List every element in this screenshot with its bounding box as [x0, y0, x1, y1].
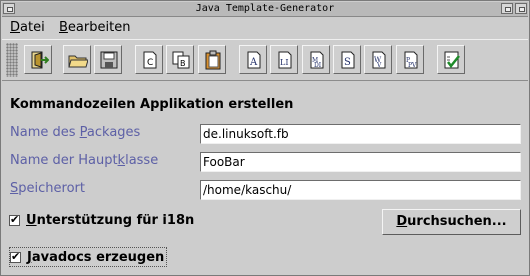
open-button[interactable] — [63, 45, 91, 74]
paste-button[interactable] — [198, 45, 226, 74]
svg-text:B: B — [180, 59, 186, 68]
new-class-button[interactable]: C — [135, 45, 163, 74]
menu-bar: Datei Bearbeiten — [2, 17, 528, 37]
javadocs-checkbox[interactable] — [10, 250, 21, 263]
exit-button[interactable] — [24, 45, 52, 74]
paste-icon — [205, 50, 221, 70]
open-folder-icon — [68, 55, 88, 68]
svg-text:LI: LI — [280, 58, 288, 67]
toolbar: C B A LI M DI S W V P PV — [2, 39, 528, 81]
window-title: Java Template-Generator — [195, 3, 335, 14]
maximize-button[interactable] — [515, 3, 527, 14]
javadocs-option[interactable]: Javadocs erzeugen — [9, 247, 168, 267]
package-name-label: Name des Packages — [10, 125, 141, 140]
menu-datei[interactable]: Datei — [10, 20, 45, 36]
minimize-button[interactable] — [501, 3, 513, 14]
svg-text:V: V — [376, 62, 382, 69]
template-a-icon: A — [247, 51, 261, 69]
exit-icon — [31, 51, 49, 69]
template-pv-button[interactable]: P PV — [396, 45, 424, 74]
location-label: Speicherort — [10, 181, 85, 196]
app-window: Java Template-Generator Datei Bearbeiten — [0, 0, 530, 276]
template-pv-icon: P PV — [404, 51, 418, 69]
svg-text:S: S — [344, 57, 351, 68]
svg-text:A: A — [249, 57, 258, 68]
main-class-label: Name der Hauptklasse — [10, 153, 159, 168]
validate-icon — [444, 51, 460, 69]
template-a-button[interactable]: A — [239, 45, 267, 74]
template-md-icon: M DI — [310, 51, 324, 69]
toolbar-grip-handle[interactable] — [6, 43, 18, 77]
menu-bearbeiten[interactable]: Bearbeiten — [59, 20, 130, 36]
template-li-button[interactable]: LI — [270, 45, 298, 74]
template-s-button[interactable]: S — [333, 45, 361, 74]
save-icon — [100, 51, 118, 69]
i18n-option[interactable]: Unterstützung für i18n — [9, 211, 194, 229]
template-s-icon: S — [341, 51, 355, 69]
svg-text:C: C — [147, 58, 153, 68]
svg-text:DI: DI — [314, 62, 322, 69]
main-class-field[interactable]: FooBar — [200, 152, 521, 172]
new-class-icon: C — [143, 51, 157, 69]
title-bar[interactable]: Java Template-Generator — [2, 2, 528, 17]
package-name-field[interactable]: de.linuksoft.fb — [200, 124, 521, 144]
save-button[interactable] — [94, 45, 122, 74]
template-wv-button[interactable]: W V — [364, 45, 392, 74]
i18n-checkbox[interactable] — [9, 213, 20, 226]
location-field[interactable]: /home/kaschu/ — [200, 180, 521, 200]
section-heading: Kommandozeilen Applikation erstellen — [10, 97, 294, 112]
template-md-button[interactable]: M DI — [302, 45, 330, 74]
svg-text:PV: PV — [408, 62, 417, 69]
new-classes-button[interactable]: B — [166, 45, 194, 74]
new-classes-icon: B — [172, 51, 190, 69]
javadocs-label: Javadocs erzeugen — [27, 249, 165, 265]
browse-button[interactable]: Durchsuchen... — [382, 209, 521, 235]
template-wv-icon: W V — [372, 51, 386, 69]
i18n-label: Unterstützung für i18n — [26, 212, 195, 228]
validate-button[interactable] — [437, 45, 465, 74]
template-li-icon: LI — [278, 51, 292, 69]
